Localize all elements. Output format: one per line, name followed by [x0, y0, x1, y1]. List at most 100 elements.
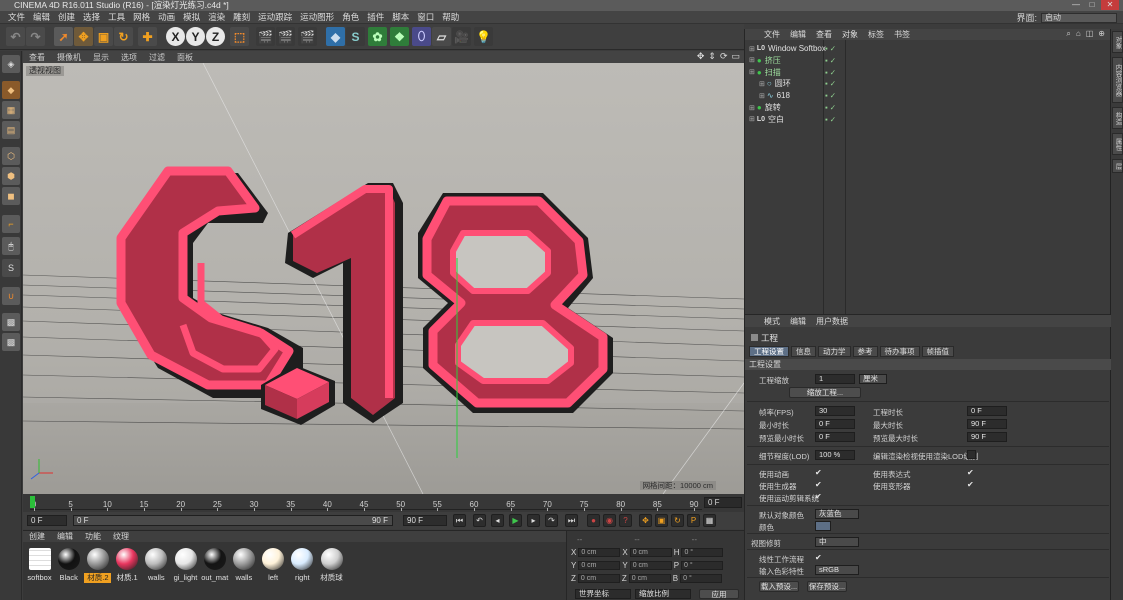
coord-value-field[interactable]: 0 cm — [629, 547, 672, 557]
load-preset-button[interactable]: 载入预设... — [759, 581, 799, 592]
coord-value-field[interactable]: 0 cm — [578, 547, 621, 557]
material-swatch[interactable]: 材质.2 — [84, 546, 112, 586]
search-icon[interactable]: ⌕ — [1066, 29, 1070, 39]
cloner-icon[interactable]: ❖ — [390, 27, 409, 46]
menu-item[interactable]: 选择 — [79, 11, 104, 23]
attribute-tab[interactable]: 工程设置 — [749, 346, 789, 357]
material-swatch[interactable]: Black — [55, 546, 82, 586]
tweak-mode-icon[interactable]: 🖱 — [2, 237, 20, 255]
menu-item[interactable]: 动画 — [154, 11, 179, 23]
floor-icon[interactable]: ▱ — [432, 27, 451, 46]
side-tab[interactable]: 构造 — [1112, 107, 1123, 129]
key-scale-icon[interactable]: ▣ — [655, 514, 668, 527]
viewport-menu-item[interactable]: 查看 — [23, 52, 51, 63]
coord-value-field[interactable]: 0 ° — [681, 560, 724, 570]
material-swatch[interactable]: gi_light — [172, 546, 199, 586]
side-tab[interactable]: 层 — [1112, 159, 1123, 173]
render-picture-viewer-icon[interactable]: 🎬 — [276, 27, 295, 46]
menu-item[interactable]: 网格 — [129, 11, 154, 23]
coord-value-field[interactable]: 0 ° — [681, 547, 724, 557]
layout-icon[interactable]: ◫ — [1086, 29, 1094, 39]
project-scale-input[interactable]: 1 — [815, 374, 855, 384]
menu-item[interactable]: 渲染 — [204, 11, 229, 23]
previous-frame-icon[interactable]: ◂ — [491, 514, 504, 527]
lod-input[interactable]: 100 % — [815, 450, 855, 460]
use-deformers-checkbox[interactable]: ✔ — [967, 480, 976, 489]
input-color-profile-select[interactable]: sRGB — [815, 565, 859, 575]
material-menu-item[interactable]: 编辑 — [51, 531, 79, 542]
object-menu-item[interactable]: 书签 — [889, 29, 915, 40]
locked-workplane-icon[interactable]: ▩ — [2, 313, 20, 331]
coord-value-field[interactable]: 0 cm — [628, 573, 671, 583]
object-row[interactable]: ⊞ L0 空白 ▪ ✓ — [745, 114, 1111, 125]
z-axis-button[interactable]: Z — [206, 27, 225, 46]
workplane-mode-icon[interactable]: ▤ — [2, 121, 20, 139]
visibility-toggle-icon[interactable]: ▪ ✓ — [825, 91, 836, 100]
key-parameter-icon[interactable]: P — [687, 514, 700, 527]
menu-item[interactable]: 模拟 — [179, 11, 204, 23]
spline-pen-icon[interactable]: S — [346, 27, 365, 46]
viewport-menu-item[interactable]: 选项 — [115, 52, 143, 63]
attribute-menu-item[interactable]: 编辑 — [785, 316, 811, 327]
timeline-ruler[interactable]: 051015202530354045505560657075808590 0 F — [23, 494, 744, 512]
tree-toggle-icon[interactable]: ⊞ — [749, 68, 755, 76]
object-menu-item[interactable]: 文件 — [759, 29, 785, 40]
viewport-menu-item[interactable]: 面板 — [171, 52, 199, 63]
object-row[interactable]: ⊞ ∿ 618 ▪ ✓ — [745, 90, 1111, 101]
save-preset-button[interactable]: 保存预设... — [807, 581, 847, 592]
menu-item[interactable]: 插件 — [363, 11, 388, 23]
end-frame-field[interactable]: 90 F — [403, 515, 447, 526]
preview-max-input[interactable]: 90 F — [967, 432, 1007, 442]
menu-item[interactable]: 角色 — [338, 11, 363, 23]
viewport-menu-item[interactable]: 摄像机 — [51, 52, 87, 63]
start-frame-field[interactable]: 0 F — [27, 515, 67, 526]
current-frame-field[interactable]: 0 F — [704, 497, 742, 508]
object-row[interactable]: ⊞ ● 旋转 ▪ ✓ — [745, 102, 1111, 113]
close-button[interactable]: ✕ — [1101, 0, 1119, 10]
fps-input[interactable]: 30 — [815, 406, 855, 416]
select-tool-icon[interactable]: ➚ — [54, 27, 73, 46]
object-row[interactable]: ⊞ L0 Window Softbox ▪ ✓ — [745, 43, 1111, 54]
tree-toggle-icon[interactable]: ⊞ — [759, 80, 765, 88]
tree-toggle-icon[interactable]: ⊞ — [749, 56, 755, 64]
menu-item[interactable]: 窗口 — [413, 11, 438, 23]
autokey-icon[interactable]: ◉ — [603, 514, 616, 527]
material-menu-item[interactable]: 功能 — [79, 531, 107, 542]
attribute-tab[interactable]: 参考 — [852, 346, 878, 357]
side-tab[interactable]: 属性 — [1112, 133, 1123, 155]
menu-item[interactable]: 创建 — [54, 11, 79, 23]
tree-toggle-icon[interactable]: ⊞ — [749, 104, 755, 112]
axis-mode-icon[interactable]: ⌐ — [2, 215, 20, 233]
go-to-end-icon[interactable]: ⏭ — [565, 514, 578, 527]
maximize-button[interactable]: □ — [1085, 0, 1099, 10]
y-axis-button[interactable]: Y — [186, 27, 205, 46]
camera-icon[interactable]: 🎥 — [452, 27, 471, 46]
apply-button[interactable]: 应用 — [699, 589, 739, 599]
object-menu-item[interactable]: 编辑 — [785, 29, 811, 40]
object-row[interactable]: ⊞ ○ 圆环 ▪ ✓ — [745, 78, 1111, 89]
material-swatch[interactable]: walls — [230, 546, 257, 586]
material-swatch[interactable]: 材质.1 — [114, 546, 141, 586]
coord-system-select[interactable]: 世界坐标 — [575, 589, 631, 599]
material-swatch[interactable]: right — [289, 546, 316, 586]
menu-item[interactable]: 文件 — [4, 11, 29, 23]
use-generators-checkbox[interactable]: ✔ — [815, 480, 824, 489]
object-row[interactable]: ⊞ ● 挤压 ▪ ✓ — [745, 55, 1111, 66]
home-icon[interactable]: ⌂ — [1076, 29, 1081, 39]
use-motion-system-checkbox[interactable]: ✔ — [815, 492, 824, 501]
key-rotation-icon[interactable]: ↻ — [671, 514, 684, 527]
polygons-mode-icon[interactable]: ◼ — [2, 187, 20, 205]
visibility-toggle-icon[interactable]: ▪ ✓ — [825, 44, 836, 53]
subdivision-icon[interactable]: ✿ — [368, 27, 387, 46]
render-settings-icon[interactable]: 🎬 — [298, 27, 317, 46]
max-time-input[interactable]: 90 F — [967, 419, 1007, 429]
scale-project-button[interactable]: 缩放工程... — [789, 387, 861, 398]
playhead[interactable] — [30, 496, 35, 508]
side-tab[interactable]: 对象 — [1112, 31, 1123, 53]
rotate-tool-icon[interactable]: ↻ — [114, 27, 133, 46]
object-row[interactable]: ⊞ ● 扫描 ▪ ✓ — [745, 67, 1111, 78]
visibility-toggle-icon[interactable]: ▪ ✓ — [825, 79, 836, 88]
toggle-view-icon[interactable]: ▭ — [731, 51, 740, 62]
tree-toggle-icon[interactable]: ⊞ — [759, 92, 765, 100]
rotate-view-icon[interactable]: ⟳ — [720, 51, 728, 62]
